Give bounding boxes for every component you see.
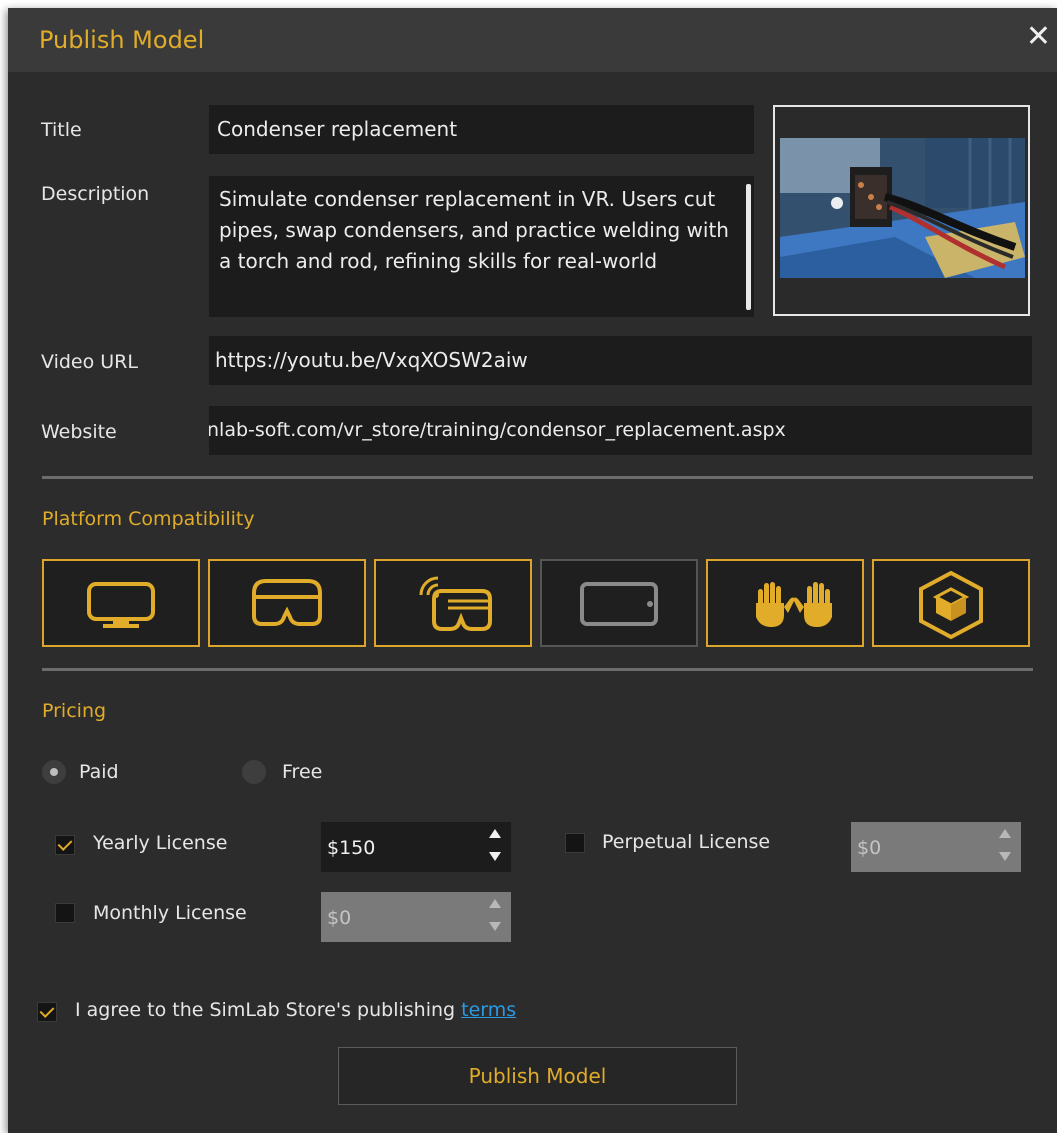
yearly-license-checkbox[interactable] (55, 835, 75, 855)
description-scrollbar[interactable] (746, 184, 751, 310)
dialog-titlebar: Publish Model ✕ (8, 8, 1057, 72)
website-value: nlab-soft.com/vr_store/training/condenso… (209, 419, 786, 441)
platform-tablet-button[interactable] (540, 559, 698, 647)
tablet-icon (580, 582, 658, 626)
video-url-input[interactable]: https://youtu.be/VxqXOSW2aiw (209, 336, 1032, 385)
agree-terms-label: I agree to the SimLab Store's publishing… (75, 999, 516, 1021)
perpetual-license-checkbox[interactable] (565, 833, 585, 853)
divider-1 (42, 476, 1033, 479)
video-url-label: Video URL (41, 351, 138, 373)
free-radio[interactable] (242, 760, 266, 784)
description-label: Description (41, 183, 150, 205)
monthly-increment-icon[interactable] (489, 899, 501, 908)
platform-desktop-button[interactable] (42, 559, 200, 647)
monthly-license-checkbox[interactable] (55, 903, 75, 923)
perpetual-license-label: Perpetual License (602, 831, 771, 853)
website-label: Website (41, 421, 117, 443)
dialog-title: Publish Model (39, 26, 205, 54)
hand-tracking-icon (756, 582, 832, 627)
yearly-price-value: $150 (327, 837, 376, 859)
yearly-license-label: Yearly License (93, 832, 228, 854)
desktop-monitor-icon (87, 582, 155, 628)
platform-vr-headset-button[interactable] (208, 559, 366, 647)
close-icon[interactable]: ✕ (1026, 22, 1051, 52)
title-label: Title (41, 119, 82, 141)
platform-compatibility-heading: Platform Compatibility (42, 508, 255, 530)
description-text: Simulate condenser replacement in VR. Us… (219, 187, 729, 273)
platform-hand-tracking-button[interactable] (706, 559, 864, 647)
title-input[interactable]: Condenser replacement (209, 105, 754, 154)
platform-ar-button[interactable] (872, 559, 1030, 647)
perpetual-increment-icon[interactable] (999, 829, 1011, 838)
yearly-decrement-icon[interactable] (489, 852, 501, 861)
monthly-license-label: Monthly License (93, 902, 247, 924)
paid-radio-dot (50, 768, 58, 776)
publish-model-dialog: Publish Model ✕ Title Condenser replacem… (8, 8, 1057, 1133)
perpetual-price-stepper[interactable]: $0 (851, 822, 1021, 872)
pricing-heading: Pricing (42, 700, 107, 722)
paid-radio[interactable] (42, 760, 66, 784)
monthly-price-value: $0 (327, 907, 352, 929)
platform-wireless-vr-button[interactable] (374, 559, 532, 647)
terms-link[interactable]: terms (461, 999, 516, 1021)
yearly-increment-icon[interactable] (489, 829, 501, 838)
title-input-value: Condenser replacement (217, 117, 458, 141)
monthly-price-stepper[interactable]: $0 (321, 892, 511, 942)
paid-label: Paid (79, 761, 119, 783)
publish-model-button[interactable]: Publish Model (338, 1047, 737, 1105)
perpetual-price-value: $0 (857, 837, 882, 859)
agree-terms-checkbox[interactable] (37, 1002, 57, 1022)
thumbnail-image (775, 107, 1028, 314)
yearly-check-icon (57, 836, 73, 851)
model-thumbnail[interactable] (773, 105, 1030, 316)
video-url-value: https://youtu.be/VxqXOSW2aiw (215, 348, 528, 372)
vr-headset-icon (252, 579, 322, 626)
agree-check-icon (39, 1003, 55, 1018)
agree-terms-text: I agree to the SimLab Store's publishing (75, 999, 462, 1021)
wireless-vr-headset-icon (419, 576, 492, 631)
yearly-price-stepper[interactable]: $150 (321, 822, 511, 872)
website-input[interactable]: nlab-soft.com/vr_store/training/condenso… (209, 406, 1032, 455)
monthly-decrement-icon[interactable] (489, 922, 501, 931)
description-textarea[interactable]: Simulate condenser replacement in VR. Us… (209, 176, 754, 317)
ar-cube-icon (919, 570, 983, 640)
perpetual-decrement-icon[interactable] (999, 852, 1011, 861)
free-label: Free (282, 761, 323, 783)
divider-2 (42, 668, 1033, 671)
